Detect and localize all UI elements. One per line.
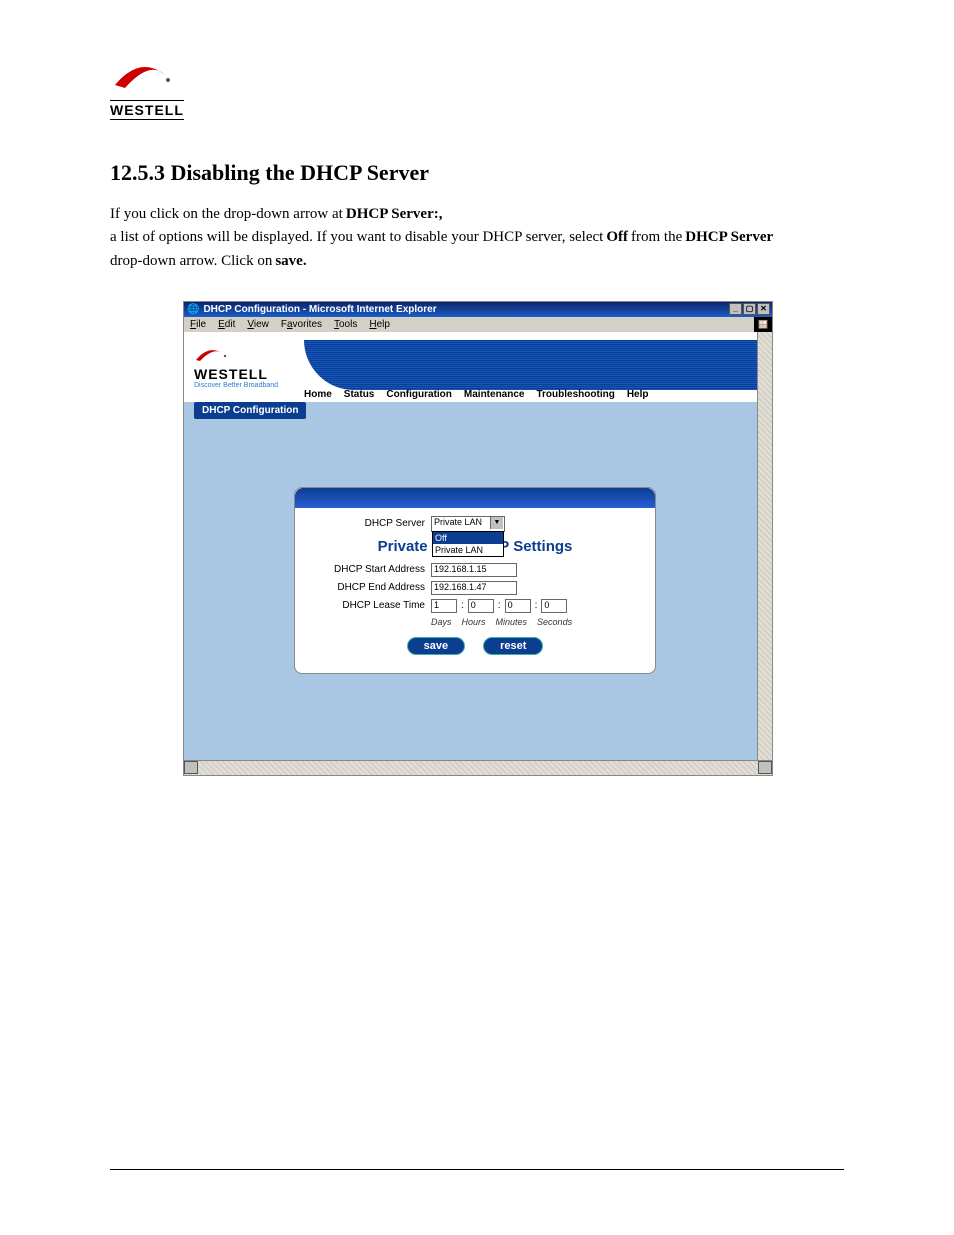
- unit-seconds: Seconds: [537, 617, 572, 627]
- nav-help[interactable]: Help: [627, 389, 649, 400]
- input-end-address[interactable]: 192.168.1.47: [431, 581, 517, 595]
- menu-file[interactable]: File: [190, 319, 206, 330]
- nav-maintenance[interactable]: Maintenance: [464, 389, 525, 400]
- section-paragraph: If you click on the drop-down arrow at D…: [110, 204, 810, 271]
- app-brand: WESTELL: [194, 366, 304, 382]
- window-title: DHCP Configuration - Microsoft Internet …: [203, 304, 436, 315]
- dhcp-server-dropdown: Off Private LAN: [432, 531, 504, 557]
- reset-button[interactable]: reset: [483, 637, 543, 655]
- page-viewport: WESTELL Discover Better Broadband Home S…: [184, 332, 758, 761]
- primary-nav: Home Status Configuration Maintenance Tr…: [304, 389, 648, 400]
- document-logo: WESTELL: [110, 50, 844, 120]
- option-private-lan[interactable]: Private LAN: [433, 544, 503, 556]
- dhcp-server-select[interactable]: Private LAN Off Private LAN: [431, 516, 505, 532]
- nav-configuration[interactable]: Configuration: [386, 389, 452, 400]
- option-off[interactable]: Off: [433, 532, 503, 544]
- browser-menubar: File Edit View Favorites Tools Help: [184, 317, 772, 332]
- window-titlebar: 🌐 DHCP Configuration - Microsoft Interne…: [184, 302, 772, 317]
- minimize-button[interactable]: _: [729, 303, 742, 315]
- app-tagline: Discover Better Broadband: [194, 382, 304, 389]
- footer-divider: [110, 1169, 844, 1170]
- section-title: Disabling the DHCP Server: [171, 160, 430, 185]
- browser-window: 🌐 DHCP Configuration - Microsoft Interne…: [183, 301, 773, 776]
- label-start-address: DHCP Start Address: [305, 564, 431, 575]
- dhcp-settings-panel: DHCP Server Private LAN Off Private LAN …: [294, 487, 656, 674]
- maximize-button[interactable]: ▢: [743, 303, 756, 315]
- menu-favorites[interactable]: Favorites: [281, 319, 322, 330]
- input-lease-hours[interactable]: 0: [468, 599, 494, 613]
- vertical-scrollbar[interactable]: [757, 332, 772, 761]
- save-button[interactable]: save: [407, 637, 465, 655]
- colon1: :: [461, 600, 464, 611]
- panel-header-bar: [295, 488, 655, 508]
- nav-home[interactable]: Home: [304, 389, 332, 400]
- input-start-address[interactable]: 192.168.1.15: [431, 563, 517, 577]
- label-dhcp-server: DHCP Server: [305, 518, 431, 529]
- section-heading: 12.5.3 Disabling the DHCP Server: [110, 160, 844, 186]
- brand-text: WESTELL: [110, 100, 184, 120]
- close-button[interactable]: ✕: [757, 303, 770, 315]
- input-lease-days[interactable]: 1: [431, 599, 457, 613]
- label-lease-time: DHCP Lease Time: [305, 600, 431, 611]
- menu-edit[interactable]: Edit: [218, 319, 235, 330]
- colon3: :: [535, 600, 538, 611]
- input-lease-seconds[interactable]: 0: [541, 599, 567, 613]
- unit-minutes: Minutes: [496, 617, 528, 627]
- menu-help[interactable]: Help: [369, 319, 390, 330]
- input-lease-minutes[interactable]: 0: [505, 599, 531, 613]
- nav-status[interactable]: Status: [344, 389, 375, 400]
- unit-days: Days: [431, 617, 452, 627]
- ie-throbber-icon: 🪟: [754, 317, 772, 332]
- unit-hours: Hours: [462, 617, 486, 627]
- colon2: :: [498, 600, 501, 611]
- section-number: 12.5.3: [110, 160, 165, 185]
- subnav-dhcp-configuration[interactable]: DHCP Configuration: [194, 402, 306, 419]
- horizontal-scrollbar[interactable]: [184, 760, 772, 775]
- header-stripes: [304, 340, 758, 390]
- westell-swoosh-icon: [194, 342, 234, 364]
- menu-view[interactable]: View: [247, 319, 269, 330]
- select-value: Private LAN: [434, 517, 482, 527]
- ie-icon: 🌐: [187, 304, 199, 315]
- menu-tools[interactable]: Tools: [334, 319, 357, 330]
- label-end-address: DHCP End Address: [305, 582, 431, 593]
- westell-swoosh-icon: [110, 50, 190, 100]
- nav-troubleshooting[interactable]: Troubleshooting: [536, 389, 614, 400]
